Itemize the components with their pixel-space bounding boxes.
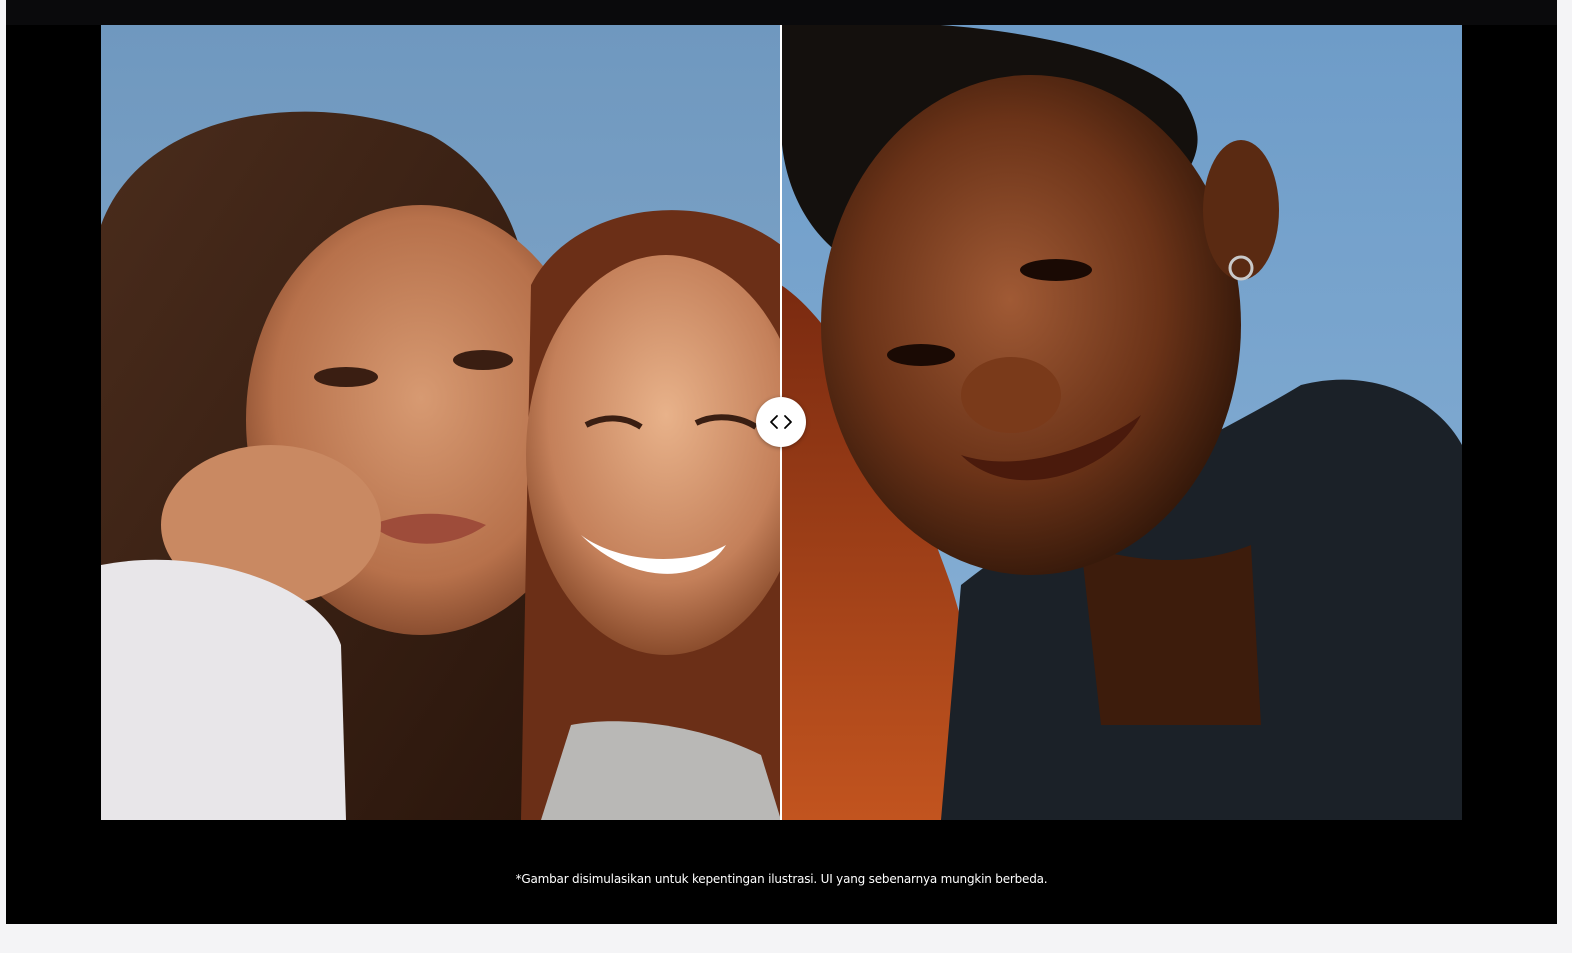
before-photo-illustration (101, 25, 781, 820)
page: *Gambar disimulasikan untuk kepentingan … (0, 0, 1572, 953)
slider-handle[interactable] (756, 397, 806, 447)
after-photo-illustration (781, 25, 1462, 820)
before-image (101, 25, 781, 820)
top-strip (6, 0, 1557, 25)
before-after-slider[interactable] (101, 25, 1462, 820)
disclaimer-text: *Gambar disimulasikan untuk kepentingan … (515, 872, 1048, 886)
comparison-section: *Gambar disimulasikan untuk kepentingan … (6, 0, 1557, 924)
after-image (781, 25, 1462, 820)
chevron-left-right-icon (770, 415, 792, 429)
